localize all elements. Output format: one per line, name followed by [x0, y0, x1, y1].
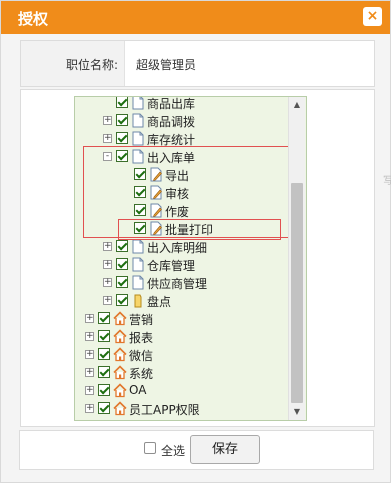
- tree-item[interactable]: + 商品调拨: [75, 112, 287, 130]
- tree-item[interactable]: + 仓库管理: [75, 256, 287, 274]
- tree-item[interactable]: + 盘点: [75, 292, 287, 310]
- home-icon: [113, 383, 127, 398]
- highlight-box-inner: [118, 219, 281, 240]
- save-button[interactable]: 保存: [190, 435, 260, 464]
- expand-icon[interactable]: +: [103, 134, 112, 143]
- tree-item-label[interactable]: 盘点: [147, 293, 171, 310]
- tree-item-checkbox[interactable]: [116, 114, 128, 126]
- expand-icon[interactable]: +: [103, 260, 112, 269]
- position-label-cell: 职位名称:: [21, 41, 125, 86]
- tree-item-label[interactable]: 商品出库: [147, 97, 195, 112]
- position-row: 职位名称: 超级管理员: [20, 40, 375, 87]
- tree-item[interactable]: + 供应商管理: [75, 274, 287, 292]
- select-all-label[interactable]: 全选: [161, 442, 185, 459]
- expand-icon[interactable]: +: [85, 350, 94, 359]
- tree-item-checkbox[interactable]: [116, 276, 128, 288]
- tree-item-label[interactable]: 营销: [129, 311, 153, 328]
- tree-item-checkbox[interactable]: [98, 312, 110, 324]
- tree-item[interactable]: + 微信: [75, 346, 287, 364]
- expand-icon[interactable]: +: [85, 314, 94, 323]
- tree-item-checkbox[interactable]: [98, 366, 110, 378]
- dialog-title: 授权: [18, 10, 49, 28]
- page-icon: [131, 257, 145, 272]
- home-icon: [113, 401, 127, 416]
- home-icon: [113, 329, 127, 344]
- expand-icon[interactable]: +: [85, 368, 94, 377]
- tree-scrollbar[interactable]: ▲ ▼: [288, 97, 305, 420]
- tree-item-checkbox[interactable]: [98, 348, 110, 360]
- dialog-footer: 全选 保存: [19, 430, 374, 470]
- permission-tree[interactable]: 商品出库 + 商品调拨 + 库存统计 - 出入库单 导出 审核 作废 批量打印 + 出入库明细 + 仓库管理…: [74, 96, 307, 421]
- tree-item-checkbox[interactable]: [98, 384, 110, 396]
- tree-item[interactable]: 商品出库: [75, 97, 287, 112]
- expand-icon[interactable]: +: [85, 386, 94, 395]
- page-icon: [131, 239, 145, 254]
- page-icon: [131, 113, 145, 128]
- position-value: 超级管理员: [136, 58, 197, 72]
- tree-item-checkbox[interactable]: [116, 132, 128, 144]
- tree-item-label[interactable]: OA: [129, 383, 146, 397]
- tree-item-checkbox[interactable]: [116, 258, 128, 270]
- tree-item-checkbox[interactable]: [98, 402, 110, 414]
- tree-item-checkbox[interactable]: [116, 240, 128, 252]
- expand-icon[interactable]: +: [85, 332, 94, 341]
- tree-item[interactable]: + 报表: [75, 328, 287, 346]
- expand-icon[interactable]: +: [103, 278, 112, 287]
- tree-item[interactable]: + OA: [75, 382, 287, 400]
- tree-item[interactable]: + 出入库明细: [75, 238, 287, 256]
- close-icon[interactable]: ×: [363, 7, 382, 26]
- page-icon: [131, 131, 145, 146]
- scroll-up-icon[interactable]: ▲: [289, 97, 305, 113]
- tree-item[interactable]: + 营销: [75, 310, 287, 328]
- expand-icon[interactable]: +: [103, 296, 112, 305]
- scroll-thumb[interactable]: [291, 183, 303, 403]
- tree-item[interactable]: + 系统: [75, 364, 287, 382]
- tree-item-checkbox[interactable]: [116, 294, 128, 306]
- expand-icon[interactable]: +: [103, 242, 112, 251]
- tree-item-label[interactable]: 微信: [129, 347, 153, 364]
- position-label: 职位名称:: [65, 58, 118, 72]
- tree-item[interactable]: + 员工APP权限: [75, 400, 287, 418]
- select-all-checkbox[interactable]: [144, 442, 156, 454]
- folder-icon: [131, 293, 145, 308]
- tree-item-checkbox[interactable]: [116, 97, 128, 108]
- tree-item-label[interactable]: 出入库明细: [147, 239, 207, 256]
- scroll-down-icon[interactable]: ▼: [289, 404, 305, 420]
- page-icon: [131, 97, 145, 110]
- expand-icon[interactable]: +: [103, 116, 112, 125]
- home-icon: [113, 311, 127, 326]
- tree-item-label[interactable]: 报表: [129, 329, 153, 346]
- tree-item-label[interactable]: 仓库管理: [147, 257, 195, 274]
- tree-item-label[interactable]: 员工APP权限: [129, 401, 200, 418]
- tree-item-label[interactable]: 供应商管理: [147, 275, 207, 292]
- dialog-titlebar: 授权 ×: [1, 1, 390, 34]
- home-icon: [113, 347, 127, 362]
- home-icon: [113, 365, 127, 380]
- background-text-fragment: 写: [383, 176, 391, 187]
- tree-item-checkbox[interactable]: [98, 330, 110, 342]
- tree-item-label[interactable]: 系统: [129, 365, 153, 382]
- tree-item-label[interactable]: 商品调拨: [147, 113, 195, 130]
- page-icon: [131, 275, 145, 290]
- expand-icon[interactable]: +: [85, 404, 94, 413]
